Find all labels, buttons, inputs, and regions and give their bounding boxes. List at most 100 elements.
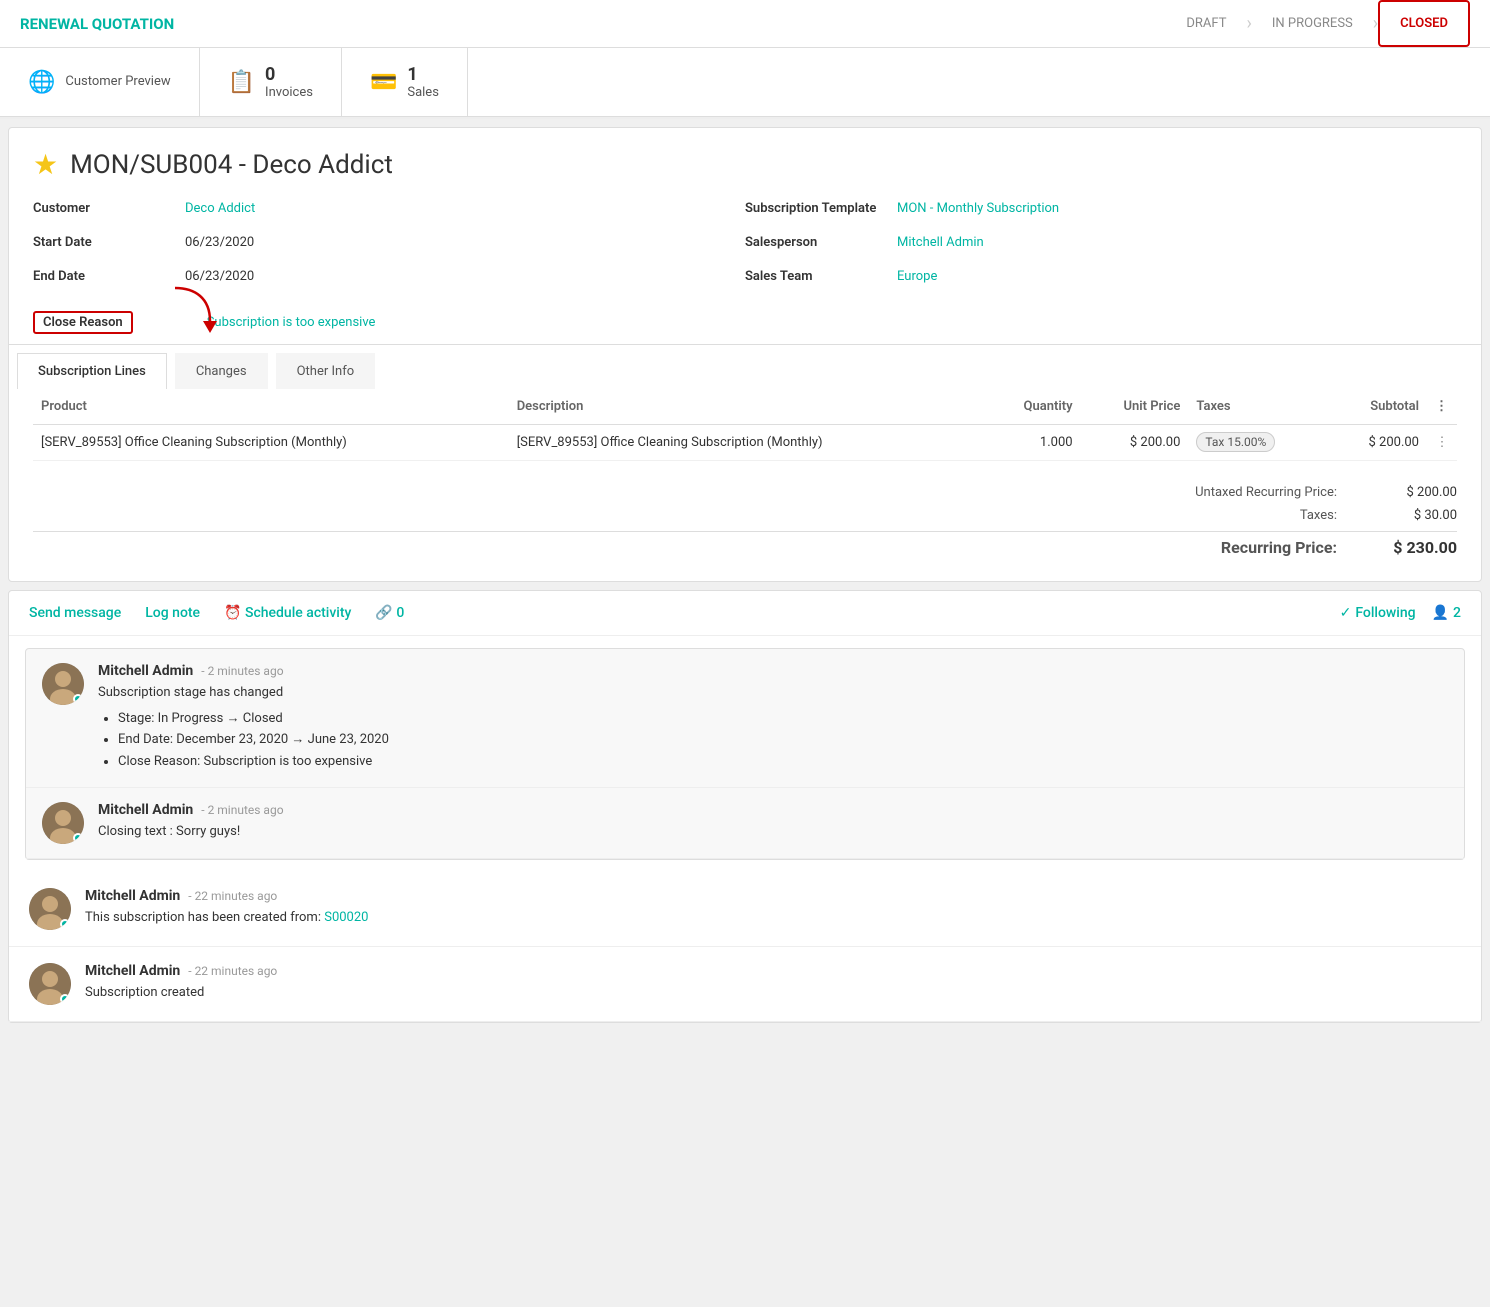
sales-count: 1 [407,64,439,85]
message-body-2: Closing text : Sorry guys! [98,822,1448,842]
tab-changes[interactable]: Changes [175,353,268,389]
message-item-3: Mitchell Admin - 22 minutes ago This sub… [9,872,1481,947]
online-indicator-1 [73,694,83,704]
table-row: [SERV_89553] Office Cleaning Subscriptio… [33,425,1457,461]
right-fields: Subscription Template MON - Monthly Subs… [745,201,1457,295]
online-indicator-4 [60,994,70,1004]
message-header-1: Mitchell Admin - 2 minutes ago [98,663,1448,679]
message-author-1: Mitchell Admin [98,663,193,679]
invoices-count: 0 [265,64,313,85]
row-taxes: Tax 15.00% [1188,425,1328,461]
sales-team-value[interactable]: Europe [897,269,937,284]
subscription-template-row: Subscription Template MON - Monthly Subs… [745,201,1457,227]
message-author-4: Mitchell Admin [85,963,180,979]
checkmark-icon: ✓ [1340,605,1352,621]
message-item-2: Mitchell Admin - 2 minutes ago Closing t… [26,788,1464,859]
list-item: End Date: December 23, 2020 → June 23, 2… [118,730,1448,750]
message-body-1: Subscription stage has changed Stage: In… [98,683,1448,771]
message-time-1: - 2 minutes ago [201,664,283,678]
record-title: MON/SUB004 - Deco Addict [70,150,393,180]
col-product: Product [33,389,509,425]
message-body-3: This subscription has been created from:… [85,908,1461,928]
online-indicator-3 [60,919,70,929]
sales-icon: 💳 [370,70,397,95]
message-header-3: Mitchell Admin - 22 minutes ago [85,888,1461,904]
send-message-button[interactable]: Send message [29,605,121,621]
customer-preview-button[interactable]: 🌐 Customer Preview [0,48,200,116]
followers-count[interactable]: 👤 2 [1432,605,1461,621]
close-reason-value[interactable]: Subscription is too expensive [207,315,376,330]
row-quantity: 1.000 [984,425,1080,461]
schedule-activity-button[interactable]: ⏰ Schedule activity [224,605,351,621]
sales-button[interactable]: 💳 1 Sales [342,48,468,116]
globe-icon: 🌐 [28,70,55,95]
invoice-icon: 📋 [228,70,255,95]
col-unit-price: Unit Price [1081,389,1189,425]
message-content-2: Mitchell Admin - 2 minutes ago Closing t… [98,802,1448,844]
message-item-4: Mitchell Admin - 22 minutes ago Subscrip… [9,947,1481,1022]
row-actions[interactable]: ⋮ [1427,425,1457,461]
avatar-3 [29,888,71,930]
col-taxes: Taxes [1188,389,1328,425]
message-header-2: Mitchell Admin - 2 minutes ago [98,802,1448,818]
status-draft[interactable]: DRAFT [1166,2,1246,45]
people-icon: 👤 [1432,605,1449,621]
customer-value[interactable]: Deco Addict [185,201,255,216]
sales-team-label: Sales Team [745,269,885,284]
form-header: ★ MON/SUB004 - Deco Addict [9,128,1481,191]
message-item-1: Mitchell Admin - 2 minutes ago Subscript… [26,649,1464,788]
tabs: Subscription Lines Changes Other Info [9,344,1481,389]
start-date-field-row: Start Date 06/23/2020 [33,235,745,261]
message-list: Mitchell Admin - 2 minutes ago Subscript… [9,648,1481,1022]
row-product: [SERV_89553] Office Cleaning Subscriptio… [33,425,509,461]
message-author-3: Mitchell Admin [85,888,180,904]
tax-badge: Tax 15.00% [1196,432,1275,452]
col-quantity: Quantity [984,389,1080,425]
salesperson-value[interactable]: Mitchell Admin [897,235,984,250]
row-description: [SERV_89553] Office Cleaning Subscriptio… [509,425,985,461]
col-subtotal: Subtotal [1329,389,1427,425]
subscription-template-label: Subscription Template [745,201,885,216]
smart-buttons: 🌐 Customer Preview 📋 0 Invoices 💳 1 Sale… [0,48,1490,117]
red-arrow-svg [165,283,225,333]
tab-other-info[interactable]: Other Info [276,353,376,389]
invoices-button[interactable]: 📋 0 Invoices [200,48,342,116]
status-closed[interactable]: CLOSED [1378,0,1470,47]
tab-subscription-lines[interactable]: Subscription Lines [17,353,167,389]
customer-field-row: Customer Deco Addict [33,201,745,227]
sales-info: 1 Sales [407,64,439,100]
sales-team-row: Sales Team Europe [745,269,1457,295]
close-reason-row: Close Reason Subscription is too expensi… [9,305,1481,344]
row-unit-price: $ 200.00 [1081,425,1189,461]
taxes-label: Taxes: [1137,508,1337,523]
paperclip-icon: 🔗 [375,605,392,621]
invoices-info: 0 Invoices [265,64,313,100]
end-date-field-row: End Date 06/23/2020 [33,269,745,295]
message-content-3: Mitchell Admin - 22 minutes ago This sub… [85,888,1461,930]
table-container: Product Description Quantity Unit Price … [9,389,1481,481]
total-value: $ 230.00 [1377,538,1457,557]
invoices-label: Invoices [265,85,313,100]
customer-label: Customer [33,201,173,216]
clock-icon: ⏰ [224,605,241,621]
chatter-toolbar: Send message Log note ⏰ Schedule activit… [9,591,1481,636]
total-row: Recurring Price: $ 230.00 [33,531,1457,561]
message-time-4: - 22 minutes ago [188,964,277,978]
close-reason-label: Close Reason [33,311,133,334]
favorite-star[interactable]: ★ [33,148,58,181]
salesperson-label: Salesperson [745,235,885,250]
highlighted-messages: Mitchell Admin - 2 minutes ago Subscript… [25,648,1465,860]
chatter-right: ✓ Following 👤 2 [1340,605,1461,621]
log-note-button[interactable]: Log note [145,605,200,621]
following-button[interactable]: ✓ Following [1340,605,1416,621]
message-body-4: Subscription created [85,983,1461,1003]
untaxed-label: Untaxed Recurring Price: [1137,485,1337,500]
message-time-3: - 22 minutes ago [188,889,277,903]
online-indicator-2 [73,833,83,843]
smart-buttons-area: 🌐 Customer Preview 📋 0 Invoices 💳 1 Sale… [0,48,1490,119]
subscription-template-value[interactable]: MON - Monthly Subscription [897,201,1059,216]
status-in-progress[interactable]: IN PROGRESS [1252,2,1373,45]
start-date-label: Start Date [33,235,173,250]
attachment-button[interactable]: 🔗 0 [375,605,404,621]
s00020-link[interactable]: S00020 [324,910,368,925]
